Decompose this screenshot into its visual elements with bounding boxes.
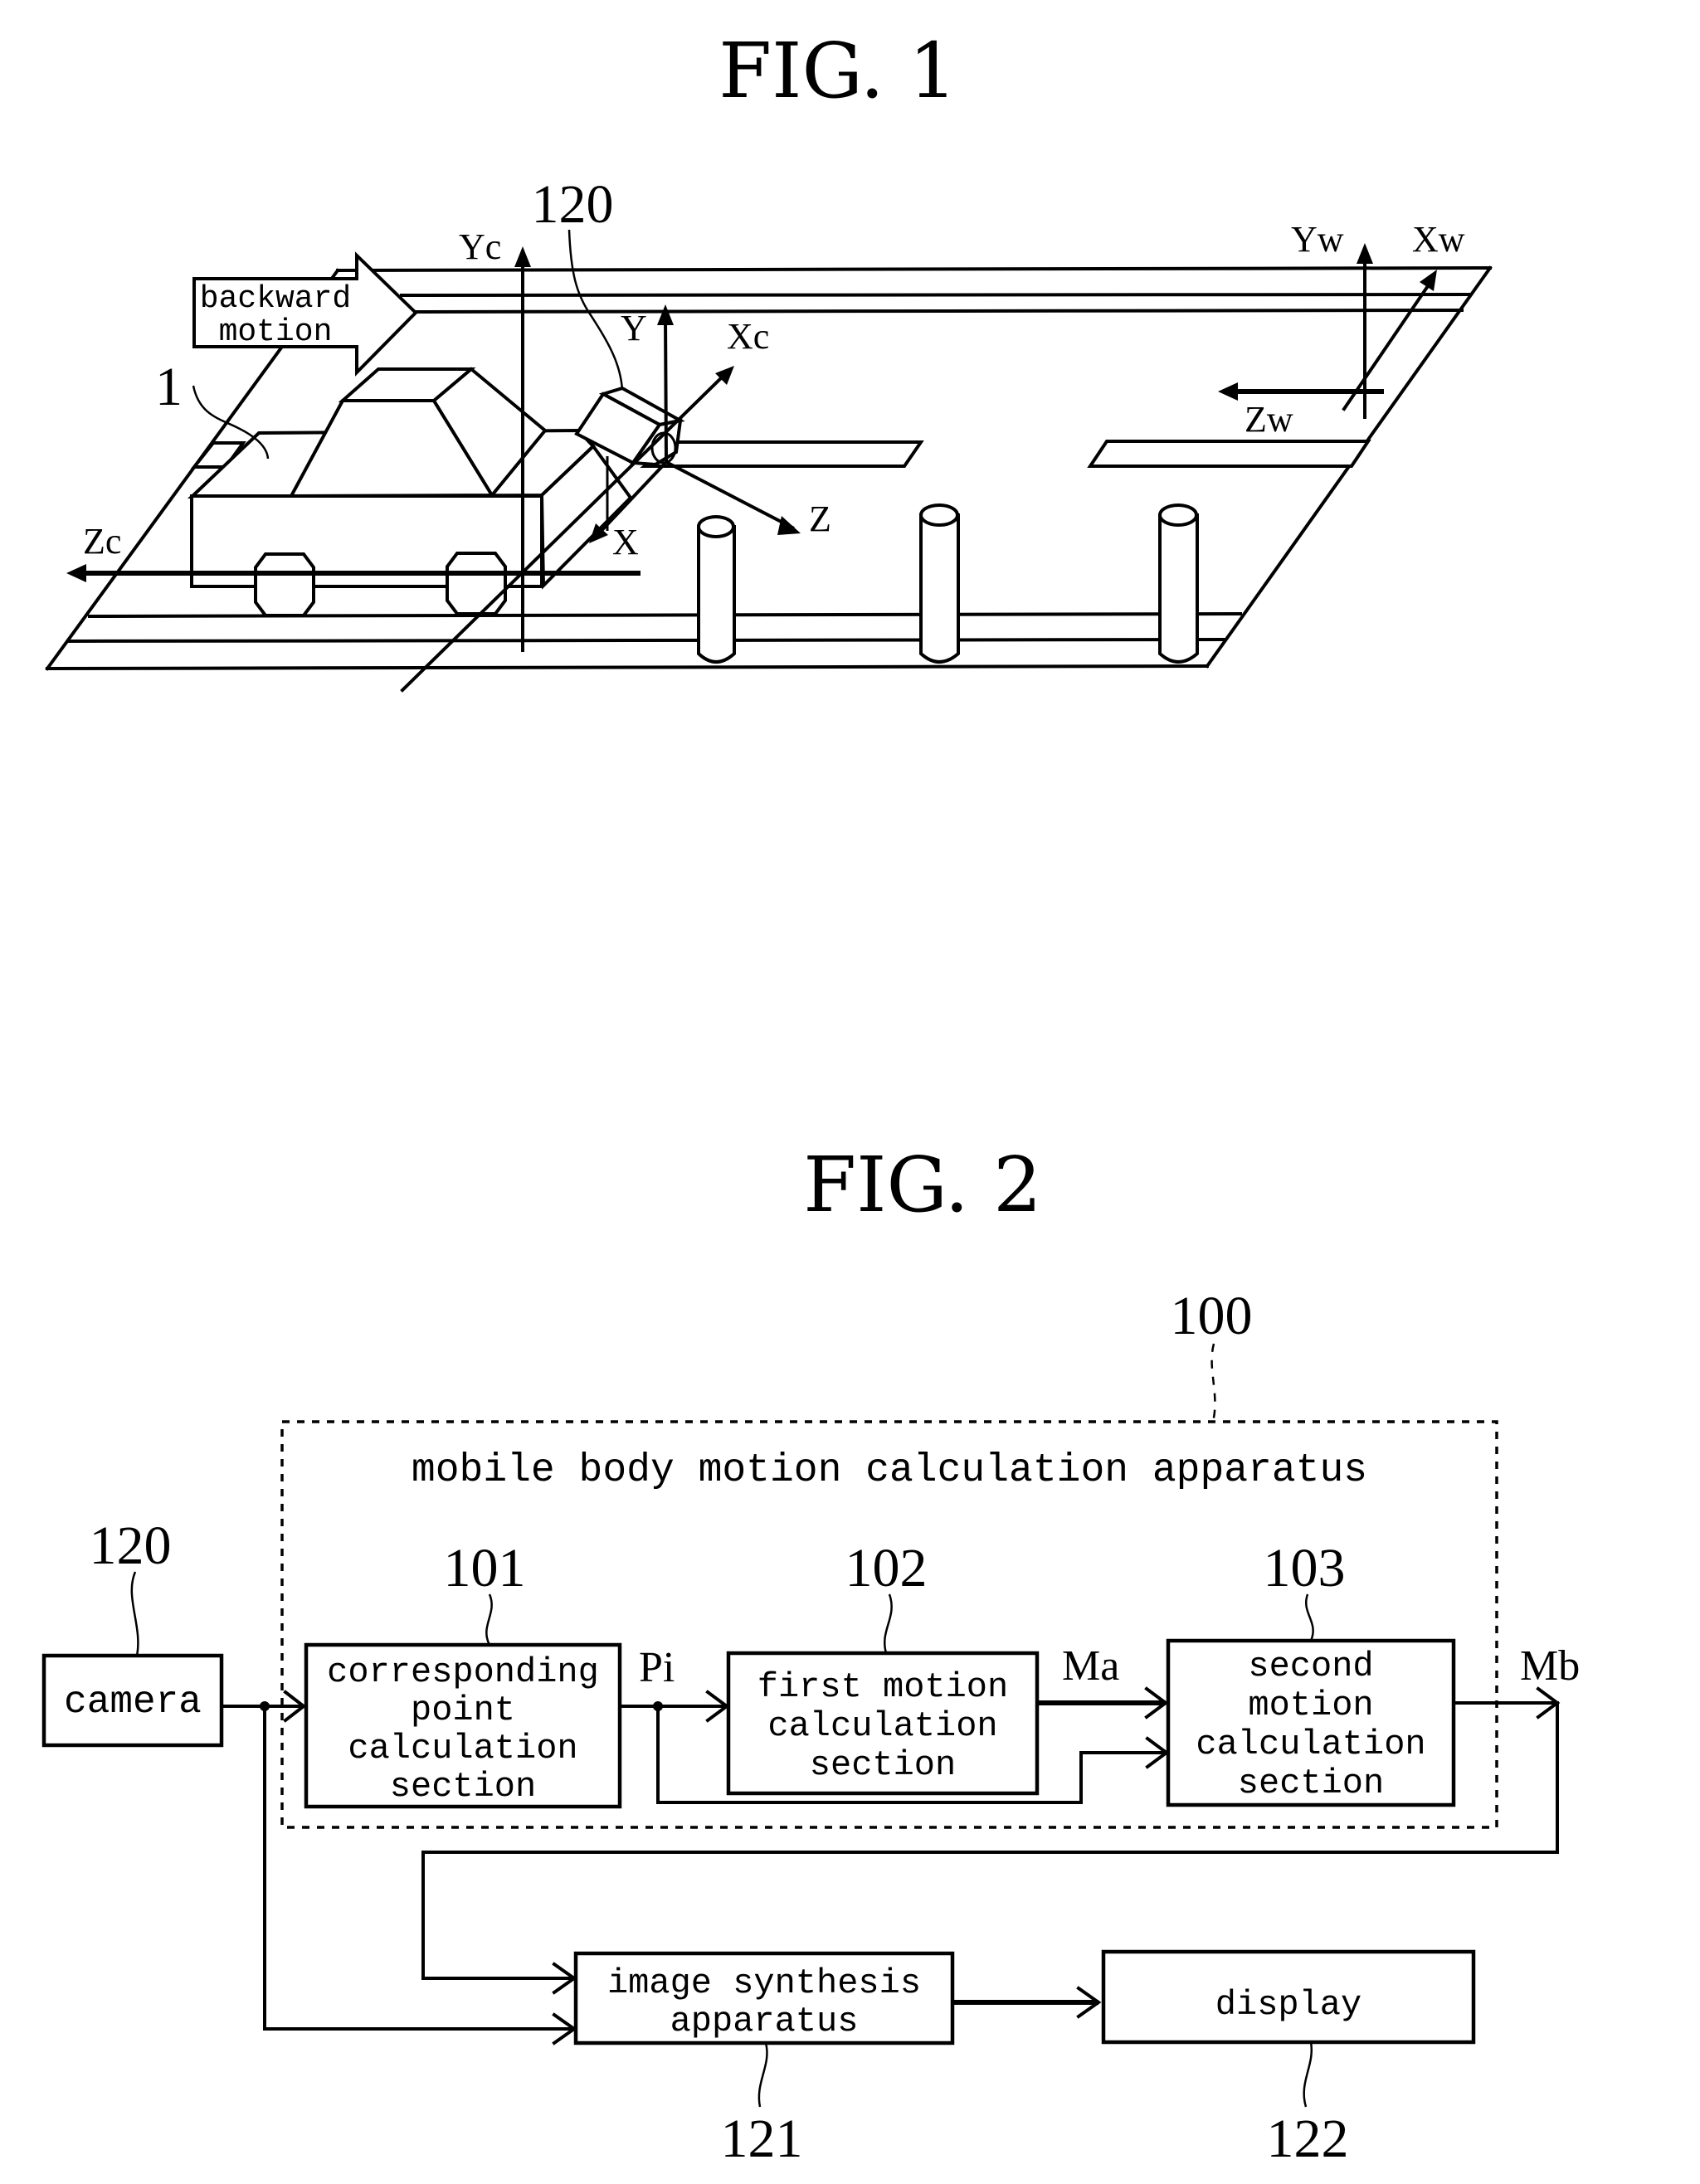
world-axes: Yw Xw Zw bbox=[1218, 219, 1465, 440]
parking-stripe-right bbox=[1087, 440, 1371, 468]
block-103-label-line4: section bbox=[1238, 1763, 1384, 1803]
ref-103: 103 bbox=[1264, 1538, 1346, 1598]
axis-label-yc: Yc bbox=[459, 226, 501, 267]
ref-camera-120: 120 bbox=[90, 1515, 172, 1576]
ref-vehicle-1: 1 bbox=[155, 357, 183, 417]
leader-camera bbox=[567, 229, 624, 391]
ref-camera-120: 120 bbox=[532, 174, 614, 235]
block-101-label-line3: calculation bbox=[348, 1729, 577, 1768]
axis-label-x: X bbox=[612, 522, 639, 562]
yw-arrowhead bbox=[1357, 243, 1373, 264]
figure-2-title: FIG. 2 bbox=[803, 1141, 1041, 1229]
wheel-front bbox=[446, 552, 507, 615]
figure-2: FIG. 2 100 mobile body motion calculatio… bbox=[41, 1141, 1580, 2169]
pillar bbox=[1158, 503, 1199, 664]
wheel-rear bbox=[254, 552, 315, 617]
yc-arrowhead bbox=[514, 246, 531, 267]
zw-arrowhead bbox=[1218, 382, 1238, 401]
axis-label-zw: Zw bbox=[1245, 399, 1293, 440]
ref-101: 101 bbox=[444, 1538, 526, 1598]
axis-label-zc: Zc bbox=[83, 521, 121, 562]
parking-stripe-center bbox=[640, 440, 924, 468]
y-arrowhead bbox=[657, 304, 674, 325]
axis-label-z: Z bbox=[809, 499, 831, 539]
block-103-label-line1: second bbox=[1248, 1647, 1373, 1686]
backward-motion-arrow: backward motion bbox=[192, 251, 418, 377]
pillar bbox=[919, 503, 960, 664]
block-102-label-line1: first motion bbox=[757, 1667, 1008, 1707]
ref-apparatus-100: 100 bbox=[1171, 1286, 1253, 1346]
z-arrowhead bbox=[777, 516, 801, 535]
leader-122 bbox=[1303, 2041, 1313, 2108]
leader-103 bbox=[1305, 1593, 1314, 1642]
apparatus-label: mobile body motion calculation apparatus bbox=[412, 1448, 1367, 1493]
zc-arrowhead bbox=[66, 564, 86, 582]
ref-122: 122 bbox=[1267, 2109, 1349, 2169]
block-102-label-line3: section bbox=[810, 1745, 956, 1785]
leader-121 bbox=[757, 2042, 768, 2108]
block-101-label-line2: point bbox=[411, 1690, 515, 1730]
leader-camera-block bbox=[130, 1571, 139, 1656]
patent-drawing: FIG. 1 backward motion Yc Zc Xc Y Z X Yw… bbox=[41, 27, 1580, 2169]
block-121-label-line1: image synthesis bbox=[607, 1963, 921, 2003]
leader-102 bbox=[884, 1593, 893, 1654]
block-122-label: display bbox=[1215, 1985, 1361, 2025]
block-101-label-line4: section bbox=[390, 1767, 536, 1807]
pillar bbox=[697, 515, 736, 664]
axis-label-xc: Xc bbox=[727, 316, 769, 357]
signal-label-mb: Mb bbox=[1520, 1642, 1580, 1690]
axis-label-xw: Xw bbox=[1412, 219, 1465, 260]
backward-motion-label-line2: motion bbox=[219, 314, 333, 350]
leader-apparatus bbox=[1210, 1343, 1216, 1423]
block-103-label-line3: calculation bbox=[1196, 1724, 1425, 1764]
backward-motion-label-line1: backward bbox=[200, 281, 351, 317]
figure-1-title: FIG. 1 bbox=[718, 27, 957, 115]
figure-1: FIG. 1 backward motion Yc Zc Xc Y Z X Yw… bbox=[45, 27, 1493, 693]
vehicle bbox=[187, 367, 633, 617]
block-121-label-line2: apparatus bbox=[670, 2002, 859, 2041]
block-102-label-line2: calculation bbox=[767, 1706, 997, 1746]
axis-label-y: Y bbox=[621, 308, 647, 348]
ref-121: 121 bbox=[721, 2109, 803, 2169]
signal-label-ma: Ma bbox=[1062, 1642, 1119, 1690]
leader-101 bbox=[485, 1593, 493, 1646]
block-103-label-line2: motion bbox=[1248, 1685, 1373, 1725]
block-101-label-line1: corresponding bbox=[327, 1652, 599, 1692]
ref-102: 102 bbox=[845, 1538, 928, 1598]
signal-label-pi: Pi bbox=[639, 1644, 675, 1691]
axis-label-yw: Yw bbox=[1291, 219, 1344, 260]
camera-block-label: camera bbox=[64, 1681, 202, 1724]
